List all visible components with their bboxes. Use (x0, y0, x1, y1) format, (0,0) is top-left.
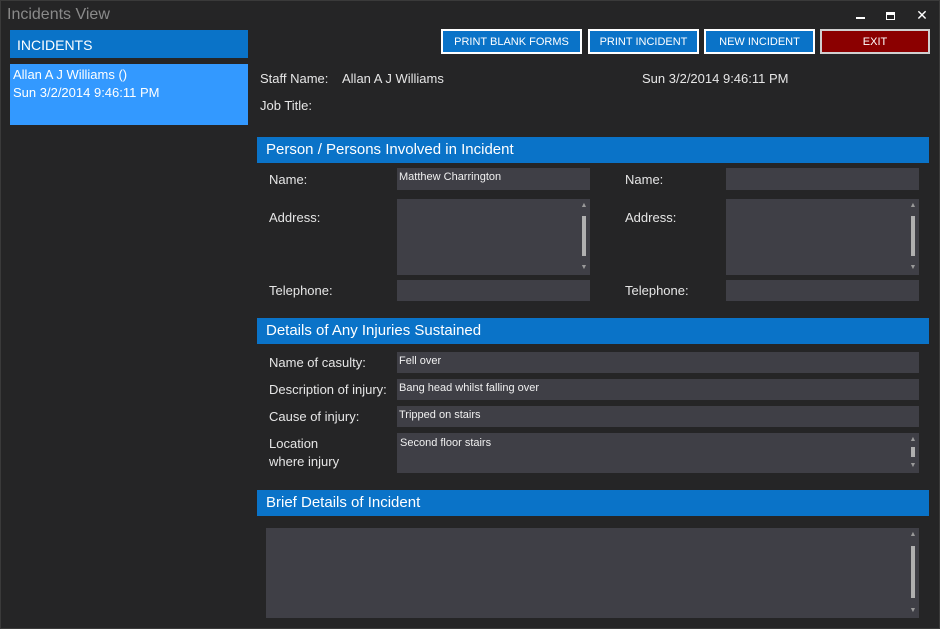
injury-description-field[interactable]: Bang head whilst falling over (397, 379, 919, 400)
person2-address-label: Address: (625, 210, 677, 225)
injury-location-label-line2: where injury (269, 454, 340, 469)
scroll-thumb[interactable] (911, 546, 915, 598)
staff-name-value: Allan A J Williams (342, 71, 444, 86)
new-incident-button[interactable]: NEW INCIDENT (704, 29, 815, 54)
scroll-thumb[interactable] (911, 447, 915, 457)
person1-telephone-field[interactable] (397, 280, 590, 301)
scroll-thumb[interactable] (911, 216, 915, 256)
scroll-down-icon[interactable]: ▼ (580, 264, 588, 271)
person1-telephone-label: Telephone: (269, 283, 333, 298)
person1-address-field[interactable]: ▲ ▼ (397, 199, 590, 275)
close-icon: ✕ (916, 7, 928, 23)
scroll-down-icon[interactable]: ▼ (909, 264, 917, 271)
incident-item-datetime: Sun 3/2/2014 9:46:11 PM (13, 85, 160, 100)
injury-location-text: Second floor stairs (400, 437, 492, 449)
maximize-icon (885, 12, 895, 21)
title-bar[interactable]: Incidents View ✕ (1, 1, 939, 29)
injuries-section-header: Details of Any Injuries Sustained (257, 318, 929, 344)
person2-telephone-label: Telephone: (625, 283, 689, 298)
brief-details-section-header: Brief Details of Incident (257, 490, 929, 516)
person1-name-field[interactable]: Matthew Charrington (397, 168, 590, 190)
exit-button[interactable]: EXIT (820, 29, 930, 54)
incident-list-item[interactable]: Allan A J Williams () Sun 3/2/2014 9:46:… (10, 64, 248, 125)
incident-item-staff: Allan A J Williams () (13, 67, 128, 82)
casualty-field[interactable]: Fell over (397, 352, 919, 373)
person2-name-field[interactable] (726, 168, 919, 190)
print-blank-forms-button[interactable]: PRINT BLANK FORMS (441, 29, 582, 54)
person2-address-field[interactable]: ▲ ▼ (726, 199, 919, 275)
close-button[interactable]: ✕ (907, 3, 937, 27)
maximize-button[interactable] (875, 3, 905, 27)
injury-cause-field[interactable]: Tripped on stairs (397, 406, 919, 427)
persons-section-header: Person / Persons Involved in Incident (257, 137, 929, 163)
injury-description-label: Description of injury: (269, 382, 387, 397)
injury-location-scrollbar[interactable]: ▲ ▼ (909, 436, 917, 469)
brief-details-field[interactable]: ▲ ▼ (266, 528, 919, 618)
casualty-label: Name of casulty: (269, 355, 366, 370)
incidents-window: Incidents View ✕ INCIDENTS Allan A J Wil… (0, 0, 940, 629)
scroll-thumb[interactable] (582, 216, 586, 256)
person1-name-label: Name: (269, 172, 308, 187)
injury-location-field[interactable]: Second floor stairs ▲ ▼ (397, 433, 919, 473)
incident-datetime: Sun 3/2/2014 9:46:11 PM (642, 71, 789, 86)
injury-cause-label: Cause of injury: (269, 409, 360, 424)
scroll-down-icon[interactable]: ▼ (909, 607, 917, 614)
job-title-label: Job Title: (260, 98, 313, 113)
scroll-down-icon[interactable]: ▼ (909, 462, 917, 469)
minimize-button[interactable] (845, 3, 875, 27)
print-incident-button[interactable]: PRINT INCIDENT (588, 29, 699, 54)
incidents-list-header: INCIDENTS (10, 30, 248, 58)
scroll-up-icon[interactable]: ▲ (909, 202, 917, 209)
brief-details-scrollbar[interactable]: ▲ ▼ (909, 531, 917, 614)
person2-telephone-field[interactable] (726, 280, 919, 301)
person2-address-scrollbar[interactable]: ▲ ▼ (909, 202, 917, 271)
scroll-up-icon[interactable]: ▲ (580, 202, 588, 209)
injury-location-label-line1: Location (269, 436, 319, 451)
staff-name-label: Staff Name: (260, 71, 329, 86)
minimize-icon (855, 17, 865, 20)
scroll-up-icon[interactable]: ▲ (909, 531, 917, 538)
person1-address-label: Address: (269, 210, 321, 225)
window-title: Incidents View (7, 6, 110, 23)
scroll-up-icon[interactable]: ▲ (909, 436, 917, 443)
person2-name-label: Name: (625, 172, 664, 187)
person1-address-scrollbar[interactable]: ▲ ▼ (580, 202, 588, 271)
